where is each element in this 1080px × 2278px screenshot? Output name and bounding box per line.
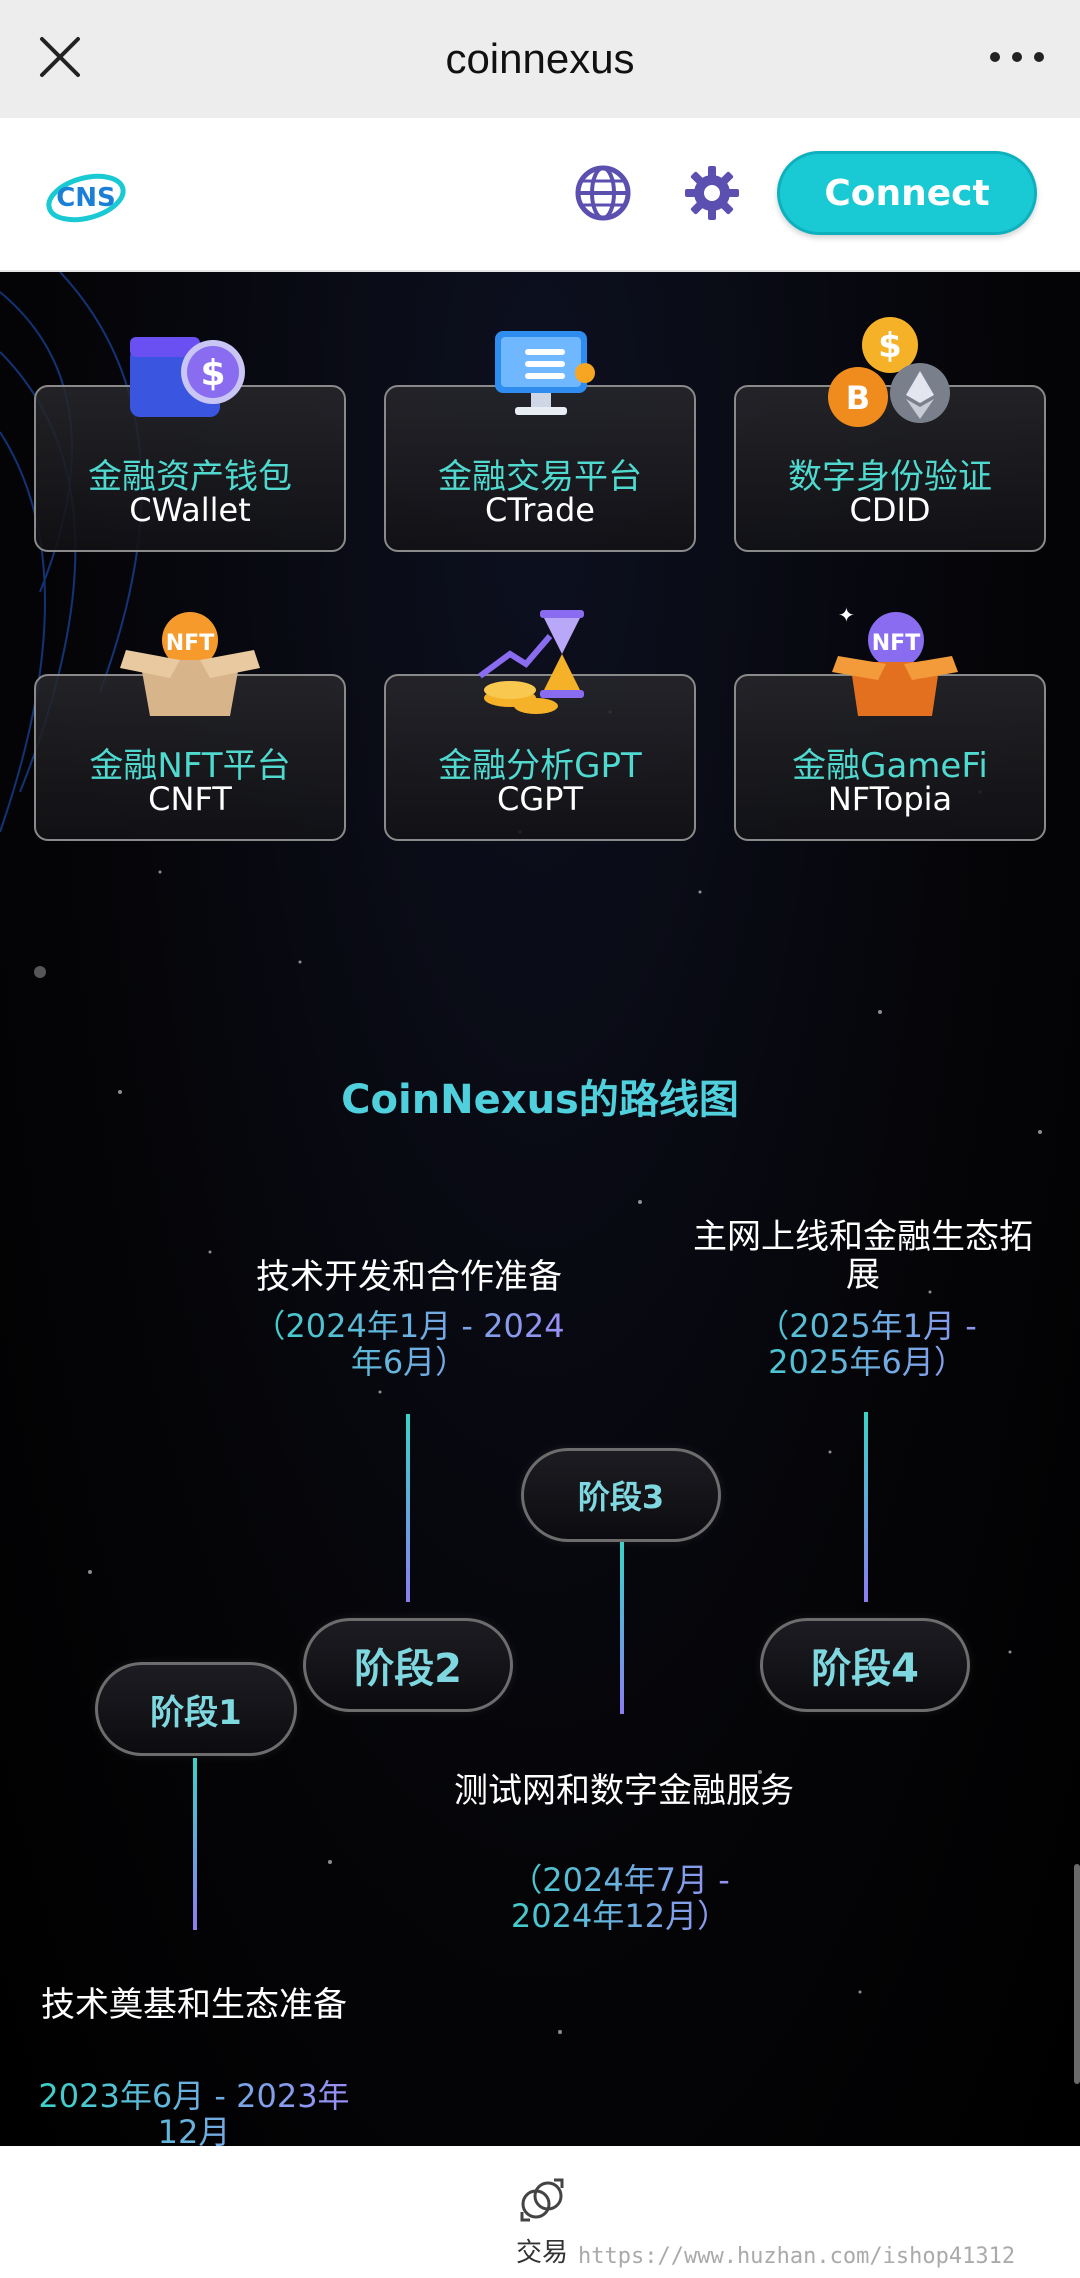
stage-2-pill[interactable]: 阶段2: [303, 1618, 513, 1712]
globe-icon[interactable]: [568, 158, 638, 228]
stage-3-connector: [620, 1542, 624, 1714]
wallet-dollar-icon: $: [125, 327, 255, 431]
page-scrollbar[interactable]: [1074, 1864, 1080, 2084]
stage-1-description: 技术奠基和生态准备: [41, 1985, 347, 2025]
tab-trade[interactable]: 交易: [502, 2176, 582, 2268]
hourglass-coins-icon: [470, 606, 610, 724]
svg-text:NFT: NFT: [872, 631, 920, 656]
svg-text:$: $: [878, 326, 902, 366]
stage-4-connector: [864, 1412, 868, 1602]
product-card-cgpt[interactable]: 金融分析GPT CGPT: [384, 610, 696, 841]
product-en-name: NFTopia: [827, 780, 953, 818]
nft-gift-box-icon: ✦ NFT: [820, 603, 960, 724]
product-card-ctrade[interactable]: 金融交易平台 CTrade: [384, 331, 696, 552]
svg-text:B: B: [846, 379, 870, 417]
more-options-icon[interactable]: [982, 27, 1052, 87]
exchange-icon: [502, 2176, 582, 2228]
product-en-name: CWallet: [129, 491, 251, 529]
crypto-coins-icon: $ B: [820, 315, 960, 437]
gear-icon[interactable]: [677, 158, 747, 228]
stage-3-pill[interactable]: 阶段3: [521, 1448, 721, 1542]
stage-3-date: （2024年7月 - 2024年12月）: [490, 1862, 750, 1934]
browser-title: coinnexus: [445, 35, 635, 82]
stage-4-date: （2025年1月 - 2025年6月）: [712, 1308, 1022, 1380]
stage-1-connector: [193, 1758, 197, 1930]
stage-1-pill[interactable]: 阶段1: [95, 1662, 297, 1756]
stage-4-description: 主网上线和金融生态拓展: [693, 1217, 1033, 1295]
app-header: CNS Connect: [0, 118, 1080, 272]
product-en-name: CGPT: [497, 780, 583, 818]
stage-2-connector: [406, 1414, 410, 1602]
browser-top-bar: coinnexus: [0, 0, 1080, 118]
svg-text:CNS: CNS: [56, 183, 116, 213]
product-card-cnft[interactable]: NFT 金融NFT平台 CNFT: [34, 612, 346, 841]
product-en-name: CNFT: [148, 780, 232, 818]
main-content: $ 金融资产钱包 CWallet 金融交易平台 CTrade $ B 数字身份验…: [0, 272, 1080, 2146]
close-icon[interactable]: [30, 27, 90, 87]
connect-button[interactable]: Connect: [777, 151, 1037, 235]
nft-box-icon: NFT: [120, 606, 260, 724]
product-card-cdid[interactable]: $ B 数字身份验证 CDID: [734, 317, 1046, 552]
stage-1-date: 2023年6月 - 2023年12月: [34, 2078, 354, 2146]
stage-3-description: 测试网和数字金融服务: [454, 1771, 794, 1811]
roadmap-title: CoinNexus的路线图: [341, 1077, 739, 1123]
stage-2-date: （2024年1月 - 2024年6月）: [244, 1308, 574, 1380]
trading-terminal-icon: [475, 325, 605, 433]
watermark-text: https://www.huzhan.com/ishop41312: [578, 2244, 1016, 2269]
stage-2-description: 技术开发和合作准备: [256, 1257, 562, 1297]
tab-trade-label: 交易: [515, 2238, 568, 2268]
product-card-cwallet[interactable]: $ 金融资产钱包 CWallet: [34, 337, 346, 552]
product-card-nftopia[interactable]: ✦ NFT 金融GameFi NFTopia: [734, 603, 1046, 841]
product-en-name: CTrade: [485, 491, 595, 529]
stage-4-pill[interactable]: 阶段4: [760, 1618, 970, 1712]
svg-text:$: $: [200, 353, 225, 394]
svg-text:✦: ✦: [838, 606, 855, 627]
product-en-name: CDID: [849, 491, 931, 529]
cns-logo[interactable]: CNS: [44, 154, 129, 239]
svg-text:NFT: NFT: [166, 631, 214, 656]
